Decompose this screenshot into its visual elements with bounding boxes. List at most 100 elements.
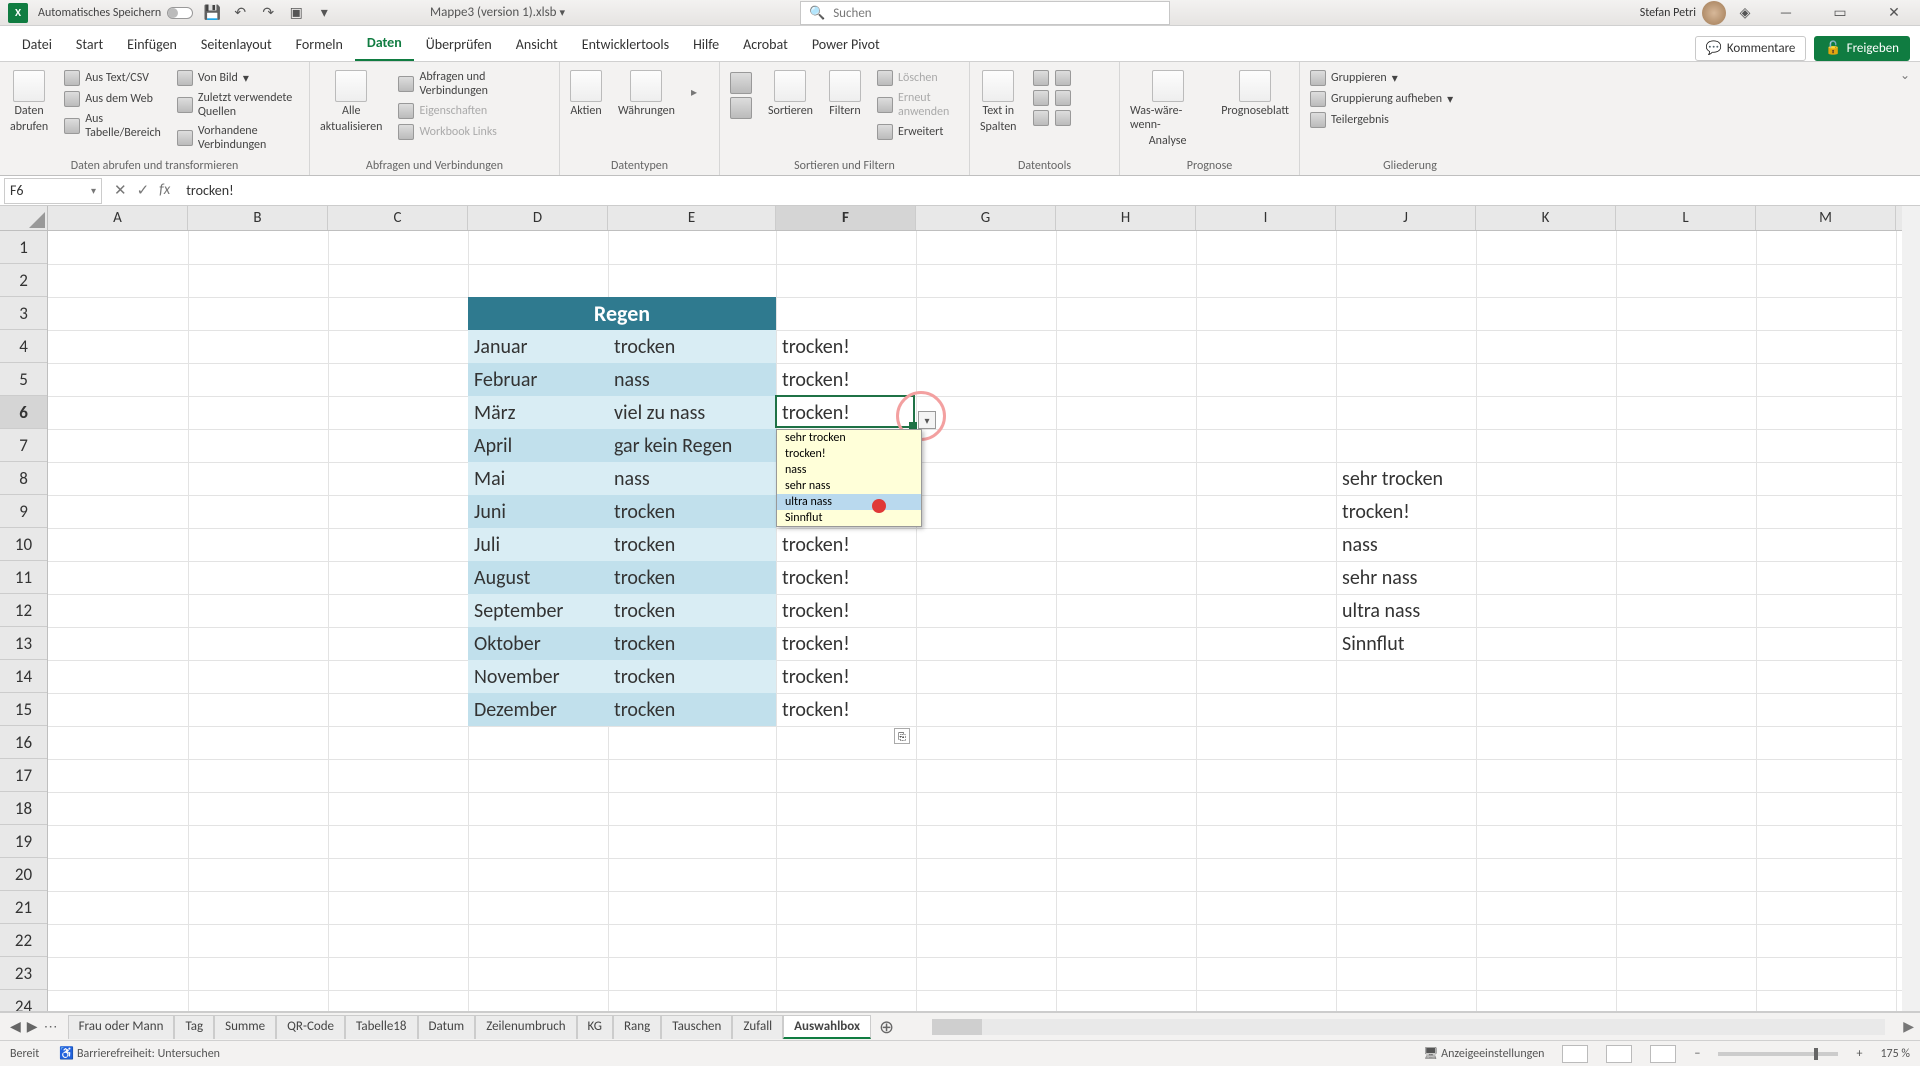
cell-D10[interactable]: Juli: [470, 531, 504, 557]
cell-E10[interactable]: trocken: [610, 531, 679, 557]
cell-E6[interactable]: viel zu nass: [610, 399, 709, 425]
row-header-18[interactable]: 18: [0, 792, 47, 825]
new-sheet-button[interactable]: ⊕: [871, 1016, 902, 1038]
cell-D4[interactable]: Januar: [470, 333, 532, 359]
recent-sources[interactable]: Zuletzt verwendete Quellen: [177, 89, 299, 121]
cell-D5[interactable]: Februar: [470, 366, 541, 392]
col-header-I[interactable]: I: [1196, 206, 1336, 230]
cell-F15[interactable]: trocken!: [778, 696, 854, 722]
column-headers[interactable]: ABCDEFGHIJKLM: [48, 206, 1902, 231]
cell-E7[interactable]: gar kein Regen: [610, 432, 736, 458]
qat-more-icon[interactable]: ▾: [315, 4, 333, 22]
autofill-options[interactable]: ⎘: [894, 728, 910, 744]
vertical-scrollbar[interactable]: [1902, 206, 1920, 1011]
col-header-F[interactable]: F: [776, 206, 916, 230]
currencies-button[interactable]: Währungen: [618, 66, 675, 118]
cell-D11[interactable]: August: [470, 564, 534, 590]
row-header-4[interactable]: 4: [0, 330, 47, 363]
sort-asc-icon[interactable]: [730, 72, 752, 94]
datamodel-icon[interactable]: [1055, 110, 1071, 126]
diamond-icon[interactable]: ◈: [1736, 4, 1754, 22]
from-image[interactable]: Von Bild ▾: [177, 68, 299, 88]
cell-F12[interactable]: trocken!: [778, 597, 854, 623]
cell-E4[interactable]: trocken: [610, 333, 679, 359]
row-header-8[interactable]: 8: [0, 462, 47, 495]
cell-D14[interactable]: November: [470, 663, 564, 689]
name-box[interactable]: F6▾: [4, 178, 102, 204]
sheet-tab[interactable]: Rang: [613, 1015, 661, 1039]
validation-list[interactable]: sehr trockentrocken!nasssehr nassultra n…: [776, 429, 922, 527]
redo-icon[interactable]: ↷: [259, 4, 277, 22]
remove-dup-icon[interactable]: [1055, 70, 1071, 86]
save-icon[interactable]: 💾: [203, 4, 221, 22]
validation-item[interactable]: trocken!: [777, 446, 921, 462]
col-header-A[interactable]: A: [48, 206, 188, 230]
cell-D13[interactable]: Oktober: [470, 630, 545, 656]
existing-connections[interactable]: Vorhandene Verbindungen: [177, 122, 299, 154]
row-header-20[interactable]: 20: [0, 858, 47, 891]
validation-icon[interactable]: [1033, 90, 1049, 106]
comments-button[interactable]: 💬 Kommentare: [1695, 36, 1807, 61]
validation-item[interactable]: sehr nass: [777, 478, 921, 494]
sheet-tab[interactable]: Auswahlbox: [783, 1015, 871, 1039]
tab-einfuegen[interactable]: Einfügen: [115, 30, 189, 61]
close-button[interactable]: ✕: [1872, 1, 1916, 25]
cell-J13[interactable]: Sinnflut: [1338, 630, 1408, 656]
sheet-tab[interactable]: KG: [577, 1015, 613, 1039]
validation-item[interactable]: sehr trocken: [777, 430, 921, 446]
col-header-B[interactable]: B: [188, 206, 328, 230]
tab-seitenlayout[interactable]: Seitenlayout: [189, 30, 284, 61]
tab-start[interactable]: Start: [64, 30, 115, 61]
sort-button[interactable]: Sortieren: [768, 66, 813, 142]
validation-item[interactable]: nass: [777, 462, 921, 478]
cell-E12[interactable]: trocken: [610, 597, 679, 623]
sheet-nav-prev[interactable]: ◀: [10, 1018, 21, 1035]
from-table[interactable]: Aus Tabelle/Bereich: [64, 110, 161, 142]
col-header-D[interactable]: D: [468, 206, 608, 230]
row-header-15[interactable]: 15: [0, 693, 47, 726]
sheet-nav-more[interactable]: ⋯: [44, 1018, 58, 1035]
row-header-21[interactable]: 21: [0, 891, 47, 924]
cell-D6[interactable]: März: [470, 399, 520, 425]
row-header-5[interactable]: 5: [0, 363, 47, 396]
cell-E5[interactable]: nass: [610, 366, 654, 392]
tab-acrobat[interactable]: Acrobat: [731, 30, 800, 61]
text-to-columns[interactable]: Text inSpalten: [980, 66, 1017, 134]
zoom-slider[interactable]: [1718, 1052, 1838, 1056]
sort-desc-icon[interactable]: [730, 97, 752, 119]
tab-ueberpruefen[interactable]: Überprüfen: [414, 30, 504, 61]
cancel-icon[interactable]: ✕: [114, 181, 127, 200]
from-text-csv[interactable]: Aus Text/CSV: [64, 68, 161, 88]
tab-hilfe[interactable]: Hilfe: [681, 30, 731, 61]
sheet-tab[interactable]: Frau oder Mann: [68, 1015, 175, 1039]
formula-input[interactable]: trocken!: [182, 182, 1920, 199]
scroll-right-icon[interactable]: ▶: [1903, 1018, 1920, 1035]
worksheet-grid[interactable]: ABCDEFGHIJKLM 12345678910111213141516171…: [0, 206, 1920, 1012]
cell-D8[interactable]: Mai: [470, 465, 509, 491]
row-header-6[interactable]: 6: [0, 396, 47, 429]
group-button[interactable]: Gruppieren ▾: [1310, 68, 1510, 88]
col-header-E[interactable]: E: [608, 206, 776, 230]
validation-item[interactable]: ultra nass: [777, 494, 921, 510]
confirm-icon[interactable]: ✓: [137, 181, 150, 200]
col-header-L[interactable]: L: [1616, 206, 1756, 230]
tab-formeln[interactable]: Formeln: [284, 30, 355, 61]
col-header-M[interactable]: M: [1756, 206, 1896, 230]
whatif-button[interactable]: Was-wäre-wenn-Analyse: [1130, 66, 1205, 148]
cell-J9[interactable]: trocken!: [1338, 498, 1414, 524]
tab-daten[interactable]: Daten: [355, 28, 414, 61]
cell-J10[interactable]: nass: [1338, 531, 1382, 557]
flash-fill-icon[interactable]: [1033, 70, 1049, 86]
row-header-19[interactable]: 19: [0, 825, 47, 858]
autosave-toggle[interactable]: Automatisches Speichern: [38, 6, 193, 20]
cell-D12[interactable]: September: [470, 597, 567, 623]
sheet-tab[interactable]: Tabelle18: [345, 1015, 417, 1039]
tab-powerpivot[interactable]: Power Pivot: [800, 30, 892, 61]
row-header-11[interactable]: 11: [0, 561, 47, 594]
search-box[interactable]: 🔍 Suchen: [800, 1, 1170, 25]
row-header-14[interactable]: 14: [0, 660, 47, 693]
col-header-C[interactable]: C: [328, 206, 468, 230]
cell-E14[interactable]: trocken: [610, 663, 679, 689]
row-header-17[interactable]: 17: [0, 759, 47, 792]
cell-D15[interactable]: Dezember: [470, 696, 561, 722]
